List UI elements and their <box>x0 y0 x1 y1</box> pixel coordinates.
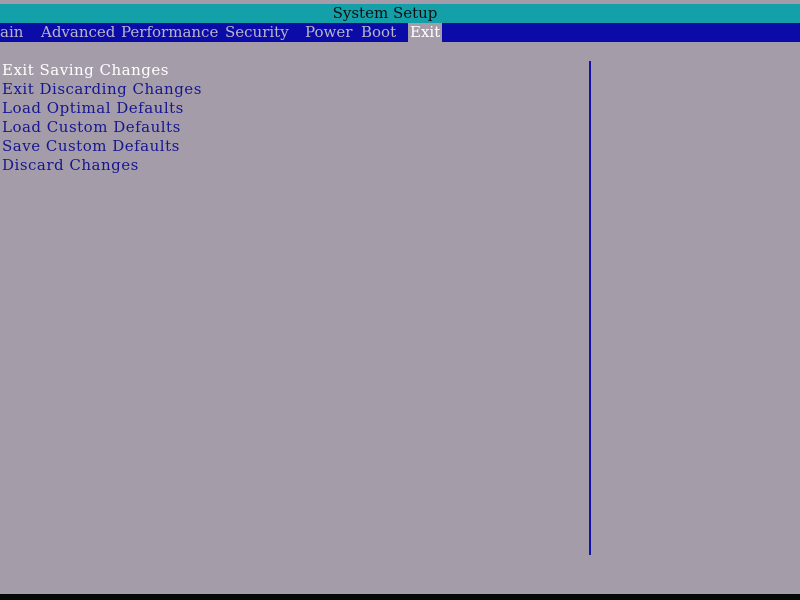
tab-performance[interactable]: Performance <box>119 23 220 42</box>
bios-setup-screen: System Setup ain Advanced Performance Se… <box>0 0 800 600</box>
exit-saving-changes-item[interactable]: Exit Saving Changes <box>2 61 202 80</box>
screen-bottom-edge <box>0 594 800 600</box>
tab-exit[interactable]: Exit <box>408 23 442 42</box>
title-bar: System Setup <box>0 4 800 23</box>
tab-security[interactable]: Security <box>223 23 291 42</box>
tab-boot[interactable]: Boot <box>359 23 398 42</box>
tab-main[interactable]: ain <box>0 23 25 42</box>
menu-bar: ain Advanced Performance Security Power … <box>0 23 800 42</box>
window-title: System Setup <box>332 4 438 22</box>
load-custom-defaults-item[interactable]: Load Custom Defaults <box>2 118 202 137</box>
exit-discarding-changes-item[interactable]: Exit Discarding Changes <box>2 80 202 99</box>
tab-advanced[interactable]: Advanced <box>39 23 117 42</box>
discard-changes-item[interactable]: Discard Changes <box>2 156 202 175</box>
save-custom-defaults-item[interactable]: Save Custom Defaults <box>2 137 202 156</box>
exit-options-list: Exit Saving Changes Exit Discarding Chan… <box>2 61 202 175</box>
tab-power[interactable]: Power <box>303 23 354 42</box>
load-optimal-defaults-item[interactable]: Load Optimal Defaults <box>2 99 202 118</box>
help-panel-divider <box>589 61 591 555</box>
